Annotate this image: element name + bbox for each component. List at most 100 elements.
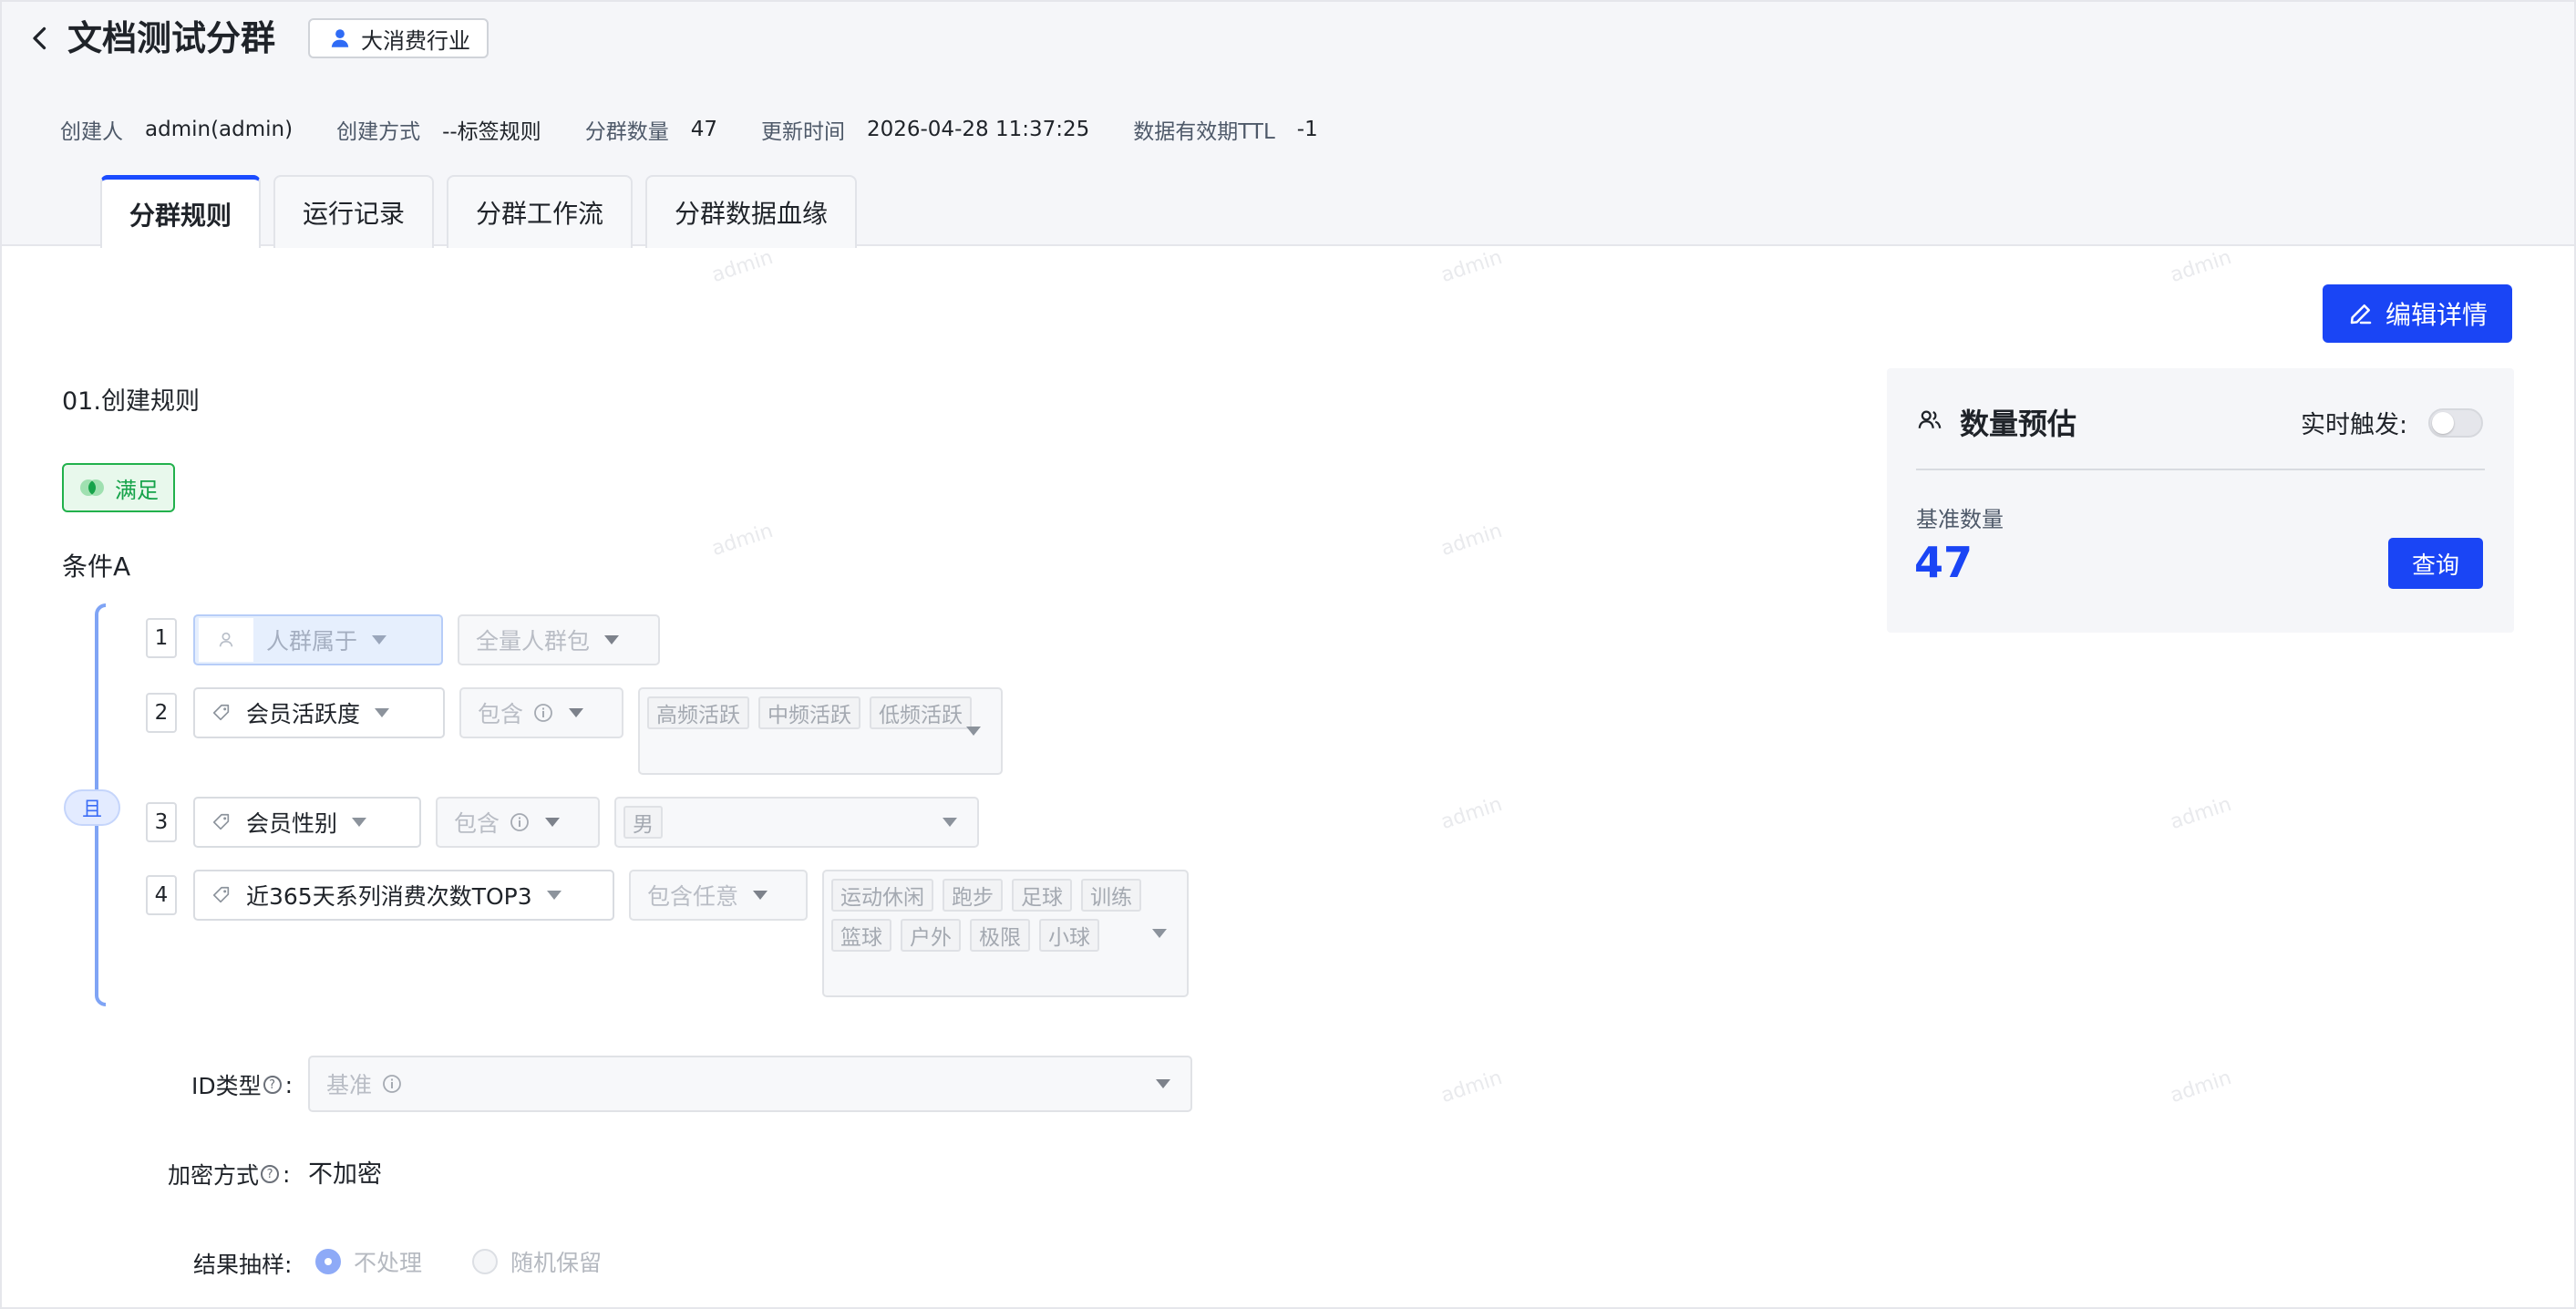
rule-operator-label: 包含任意	[647, 883, 739, 910]
value-chip: 跑步	[943, 879, 1003, 912]
watermark: admin	[1437, 1066, 1506, 1108]
value-chip: 中频活跃	[758, 696, 860, 729]
id-type-value: 基准	[326, 1072, 373, 1098]
and-logic-badge[interactable]: 且	[64, 789, 120, 826]
rule-operator-label: 包含	[478, 701, 524, 727]
chevron-down-icon	[375, 708, 390, 717]
value-chip: 足球	[1012, 879, 1072, 912]
meta-creator: 创建人 admin(admin)	[60, 118, 294, 144]
estimate-panel: 数量预估 实时触发: 基准数量 47 查询	[1887, 368, 2514, 633]
satisfy-label: 满足	[115, 477, 159, 503]
tab-data-lineage[interactable]: 分群数据血缘	[645, 175, 858, 248]
chevron-down-icon	[352, 818, 367, 827]
chevron-down-icon	[372, 635, 387, 644]
rule-values-select[interactable]: 男	[614, 797, 979, 848]
rule-values-select[interactable]: 高频活跃 中频活跃 低频活跃	[638, 687, 1003, 775]
base-count-value: 47	[1914, 538, 1973, 587]
rule-field-label: 人群属于	[266, 628, 358, 654]
rule-operator-select[interactable]: 包含任意	[629, 870, 808, 921]
chevron-down-icon	[943, 818, 957, 827]
rule-index: 1	[146, 618, 177, 658]
rule-operator-label: 全量人群包	[476, 628, 591, 654]
chevron-down-icon	[604, 635, 620, 644]
page-header: 文档测试分群 大消费行业 创建人 admin(admin) 创建方式 --标签规则 …	[0, 0, 2576, 248]
rule-index: 2	[146, 693, 177, 733]
radio-no-processing[interactable]: 不处理	[315, 1245, 422, 1278]
radio-label: 随机保留	[510, 1250, 603, 1276]
rule-index: 3	[146, 802, 177, 842]
meta-info-row: 创建人 admin(admin) 创建方式 --标签规则 分群数量 47 更新时间 20…	[60, 113, 1362, 146]
radio-dot	[315, 1249, 341, 1274]
query-button[interactable]: 查询	[2388, 538, 2483, 589]
tag-icon	[212, 886, 230, 903]
chevron-down-icon	[966, 727, 981, 736]
watermark: admin	[1437, 519, 1506, 562]
watermark: admin	[1437, 792, 1506, 835]
rule-index: 4	[146, 875, 177, 915]
encrypt-value: 不加密	[308, 1160, 382, 1189]
satisfy-toggle[interactable]: 满足	[62, 463, 175, 512]
value-chip: 小球	[1039, 919, 1099, 952]
chevron-down-icon	[569, 708, 584, 717]
info-icon	[383, 1075, 401, 1093]
venn-icon	[80, 479, 104, 496]
meta-group-count: 分群数量 47	[584, 118, 717, 144]
industry-tag: 大消费行业	[308, 18, 489, 58]
id-type-select[interactable]: 基准	[308, 1056, 1192, 1112]
value-chip: 高频活跃	[647, 696, 749, 729]
info-icon	[534, 704, 552, 722]
tab-run-records[interactable]: 运行记录	[273, 175, 435, 248]
value-chip: 训练	[1081, 879, 1141, 912]
rule-field-select[interactable]: 人群属于	[193, 614, 443, 665]
value-chip: 低频活跃	[870, 696, 972, 729]
watermark: admin	[2167, 245, 2235, 288]
rule-operator-select[interactable]: 全量人群包	[458, 614, 660, 665]
rule-field-select[interactable]: 会员性别	[193, 797, 421, 848]
help-icon[interactable]: ?	[261, 1165, 280, 1183]
value-chip: 运动休闲	[831, 879, 933, 912]
base-count-label: 基准数量	[1916, 507, 2004, 532]
value-chip: 极限	[970, 919, 1030, 952]
chevron-down-icon	[545, 818, 561, 827]
sampling-label: 结果抽样:	[193, 1252, 293, 1278]
tab-group-workflow[interactable]: 分群工作流	[447, 175, 634, 248]
person-icon	[219, 632, 233, 647]
realtime-trigger-switch[interactable]	[2428, 408, 2483, 438]
rule-field-select[interactable]: 会员活跃度	[193, 687, 445, 738]
rule-field-label: 会员活跃度	[246, 701, 361, 727]
back-arrow-icon[interactable]	[24, 22, 57, 55]
rule-field-select[interactable]: 近365天系列消费次数TOP3	[193, 870, 614, 921]
tab-bar: 分群规则 运行记录 分群工作流 分群数据血缘	[100, 175, 858, 248]
rule-operator-select[interactable]: 包含	[459, 687, 623, 738]
chevron-down-icon	[753, 891, 768, 900]
estimate-title: 数量预估	[1960, 407, 2077, 441]
value-chip: 篮球	[831, 919, 891, 952]
tab-group-rules[interactable]: 分群规则	[100, 175, 262, 248]
watermark: admin	[2167, 792, 2235, 835]
meta-update-time: 更新时间 2026-04-28 11:37:25	[760, 118, 1090, 144]
chevron-down-icon	[1156, 1079, 1170, 1088]
rule-operator-label: 包含	[454, 810, 500, 837]
id-type-label: ID类型?:	[191, 1071, 294, 1100]
rule-field-label: 近365天系列消费次数TOP3	[246, 883, 532, 910]
user-icon	[331, 29, 349, 47]
tag-icon	[212, 813, 230, 830]
edit-pen-icon	[2350, 304, 2372, 325]
edit-details-label: 编辑详情	[2385, 301, 2488, 329]
value-chip: 男	[623, 806, 663, 839]
chevron-down-icon	[546, 891, 562, 900]
rule-values-select[interactable]: 运动休闲 跑步 足球 训练 篮球 户外 极限 小球	[822, 870, 1189, 997]
help-icon[interactable]: ?	[263, 1076, 282, 1094]
meta-ttl: 数据有效期TTL -1	[1133, 118, 1318, 144]
meta-create-method: 创建方式 --标签规则	[336, 120, 541, 144]
rule-operator-select[interactable]: 包含	[436, 797, 600, 848]
encrypt-label: 加密方式?:	[168, 1160, 291, 1190]
chevron-down-icon	[1152, 929, 1167, 938]
edit-details-button[interactable]: 编辑详情	[2323, 284, 2512, 343]
watermark: admin	[708, 245, 777, 288]
watermark: admin	[708, 519, 777, 562]
radio-random-keep[interactable]: 随机保留	[472, 1245, 602, 1278]
page-title: 文档测试分群	[67, 18, 276, 58]
realtime-trigger-label: 实时触发:	[2301, 411, 2408, 439]
value-chip: 户外	[901, 919, 961, 952]
